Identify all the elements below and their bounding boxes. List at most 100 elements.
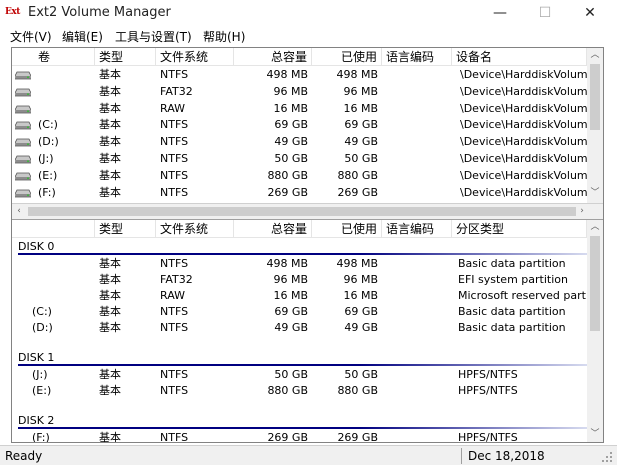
partition-row[interactable]: (E:) 基本 NTFS 880 GB 880 GB HPFS/NTFS bbox=[12, 383, 587, 400]
partition-list-vscroll[interactable]: ︿ ﹀ bbox=[587, 220, 603, 442]
volume-row[interactable]: 基本 RAW 16 MB 16 MB \Device\HarddiskVolume3 bbox=[12, 101, 587, 118]
volume-letter bbox=[38, 101, 93, 118]
menu-tools[interactable]: 工具与设置(T) bbox=[115, 28, 192, 45]
cell-used: 498 MB bbox=[336, 68, 378, 81]
col-filesystem[interactable]: 文件系统 bbox=[156, 220, 234, 238]
scrollbar-thumb[interactable] bbox=[590, 64, 600, 130]
status-bar: Ready Dec 18,2018 22:22:46 bbox=[0, 445, 617, 465]
cell-used: 96 MB bbox=[343, 273, 378, 286]
cell-partition-type: Basic data partition bbox=[458, 257, 566, 270]
scroll-up-icon[interactable]: ︿ bbox=[587, 220, 603, 234]
col-codepage[interactable]: 语言编码 bbox=[382, 48, 452, 66]
partition-row[interactable]: (C:) 基本 NTFS 69 GB 69 GB Basic data partition bbox=[12, 304, 587, 321]
cell-total: 880 GB bbox=[267, 384, 308, 397]
cell-type: 基本 bbox=[99, 384, 121, 397]
cell-type: 基本 bbox=[99, 135, 121, 149]
disk-drive-icon bbox=[15, 155, 31, 164]
disk-drive-icon bbox=[15, 172, 31, 181]
scroll-down-icon[interactable]: ﹀ bbox=[587, 186, 603, 200]
minimize-button[interactable]: — bbox=[477, 0, 523, 26]
cell-type: 基本 bbox=[99, 321, 121, 334]
volume-rows: 基本 NTFS 498 MB 498 MB \Device\HarddiskVolume… bbox=[12, 67, 587, 201]
col-partition-type[interactable]: 分区类型 bbox=[452, 220, 587, 238]
cell-fs: RAW bbox=[160, 101, 185, 115]
partition-row[interactable]: 基本 RAW 16 MB 16 MB Microsoft reserved partit… bbox=[12, 288, 587, 305]
volume-list-vscroll[interactable]: ︿ ﹀ bbox=[587, 48, 603, 203]
cell-used: 16 MB bbox=[343, 101, 378, 115]
volume-letter bbox=[38, 84, 93, 101]
partition-row[interactable]: (J:) 基本 NTFS 50 GB 50 GB HPFS/NTFS bbox=[12, 367, 587, 384]
cell-partition-type: HPFS/NTFS bbox=[458, 368, 518, 381]
disk-drive-icon bbox=[15, 88, 31, 97]
col-type[interactable]: 类型 bbox=[95, 48, 156, 66]
cell-total: 50 GB bbox=[274, 151, 308, 165]
close-button[interactable]: ✕ bbox=[567, 0, 613, 26]
partition-letter bbox=[32, 256, 92, 273]
volume-row[interactable]: (D:) 基本 NTFS 49 GB 49 GB \Device\HarddiskVolu… bbox=[12, 134, 587, 151]
scroll-up-icon[interactable]: ︿ bbox=[587, 48, 603, 62]
cell-fs: NTFS bbox=[160, 257, 189, 270]
disk-drive-icon bbox=[15, 138, 31, 147]
partition-letter: (D:) bbox=[32, 321, 53, 334]
pane-splitter[interactable]: ‹ › bbox=[12, 203, 603, 219]
hscroll-thumb[interactable] bbox=[28, 207, 576, 216]
col-type[interactable]: 类型 bbox=[95, 220, 156, 238]
maximize-button[interactable]: ☐ bbox=[522, 0, 568, 26]
col-total[interactable]: 总容量 bbox=[234, 48, 312, 66]
partition-row[interactable]: 基本 NTFS 498 MB 498 MB Basic data partition bbox=[12, 256, 587, 273]
partition-row[interactable]: (F:) 基本 NTFS 269 GB 269 GB HPFS/NTFS bbox=[12, 430, 587, 442]
cell-device: \Device\HarddiskVolume1 bbox=[460, 68, 587, 81]
cell-used: 69 GB bbox=[344, 118, 378, 132]
disk-separator bbox=[18, 253, 588, 255]
col-used[interactable]: 已使用 bbox=[312, 220, 382, 238]
volume-row[interactable]: 基本 FAT32 96 MB 96 MB \Device\HarddiskVolume2 bbox=[12, 84, 587, 101]
col-name[interactable] bbox=[12, 220, 95, 238]
cell-type: 基本 bbox=[99, 257, 121, 270]
menu-file[interactable]: 文件(V) bbox=[10, 28, 52, 45]
volume-list-hscroll[interactable]: ‹ › bbox=[12, 204, 587, 219]
cell-fs: NTFS bbox=[160, 305, 189, 318]
col-codepage[interactable]: 语言编码 bbox=[382, 220, 452, 238]
volume-row[interactable]: 基本 NTFS 498 MB 498 MB \Device\HarddiskVolume… bbox=[12, 67, 587, 84]
partition-row[interactable]: 基本 FAT32 96 MB 96 MB EFI system partition bbox=[12, 272, 587, 289]
cell-total: 96 MB bbox=[273, 273, 308, 286]
scroll-left-icon[interactable]: ‹ bbox=[12, 204, 26, 218]
volume-row[interactable]: (E:) 基本 NTFS 880 GB 880 GB \Device\HarddiskVo… bbox=[12, 168, 587, 185]
window-title: Ext2 Volume Manager bbox=[28, 5, 171, 20]
partition-row[interactable]: (D:) 基本 NTFS 49 GB 49 GB Basic data partition bbox=[12, 320, 587, 337]
cell-device: \Device\HarddiskVolume3 bbox=[460, 101, 587, 115]
scrollbar-thumb[interactable] bbox=[590, 236, 600, 331]
cell-device: \Device\HarddiskVolume5 bbox=[460, 135, 587, 149]
cell-codepage bbox=[386, 67, 448, 84]
cell-device: \Device\HarddiskVolume7 bbox=[460, 168, 587, 182]
disk-drive-icon bbox=[15, 121, 31, 130]
volume-letter: (E:) bbox=[38, 168, 58, 182]
partition-letter: (C:) bbox=[32, 305, 52, 318]
cell-fs: NTFS bbox=[160, 321, 189, 334]
cell-total: 69 GB bbox=[274, 305, 308, 318]
col-filesystem[interactable]: 文件系统 bbox=[156, 48, 234, 66]
cell-type: 基本 bbox=[99, 431, 121, 442]
col-device[interactable]: 设备名 bbox=[452, 48, 587, 66]
partition-letter: (J:) bbox=[32, 368, 48, 381]
col-used[interactable]: 已使用 bbox=[312, 48, 382, 66]
col-volume[interactable]: 卷 bbox=[12, 48, 95, 66]
cell-used: 96 MB bbox=[343, 84, 378, 98]
cell-type: 基本 bbox=[99, 101, 121, 115]
volume-row[interactable]: (J:) 基本 NTFS 50 GB 50 GB \Device\HarddiskVolu… bbox=[12, 151, 587, 168]
menu-help[interactable]: 帮助(H) bbox=[203, 28, 245, 45]
volume-row[interactable]: (C:) 基本 NTFS 69 GB 69 GB \Device\HarddiskVolu… bbox=[12, 117, 587, 134]
scroll-down-icon[interactable]: ﹀ bbox=[587, 427, 603, 441]
resize-grip-icon[interactable] bbox=[600, 450, 614, 464]
scroll-right-icon[interactable]: › bbox=[577, 204, 587, 218]
cell-fs: NTFS bbox=[160, 151, 189, 165]
cell-used: 49 GB bbox=[344, 135, 378, 149]
disk-drive-icon bbox=[15, 105, 31, 113]
cell-fs: NTFS bbox=[160, 431, 189, 442]
cell-type: 基本 bbox=[99, 273, 121, 286]
col-total[interactable]: 总容量 bbox=[234, 220, 312, 238]
volume-row[interactable]: (F:) 基本 NTFS 269 GB 269 GB \Device\HarddiskVo… bbox=[12, 185, 587, 202]
status-datetime: Dec 18,2018 22:22:46 bbox=[461, 448, 596, 464]
menu-edit[interactable]: 编辑(E) bbox=[62, 28, 103, 45]
app-icon: Ext bbox=[5, 7, 20, 17]
